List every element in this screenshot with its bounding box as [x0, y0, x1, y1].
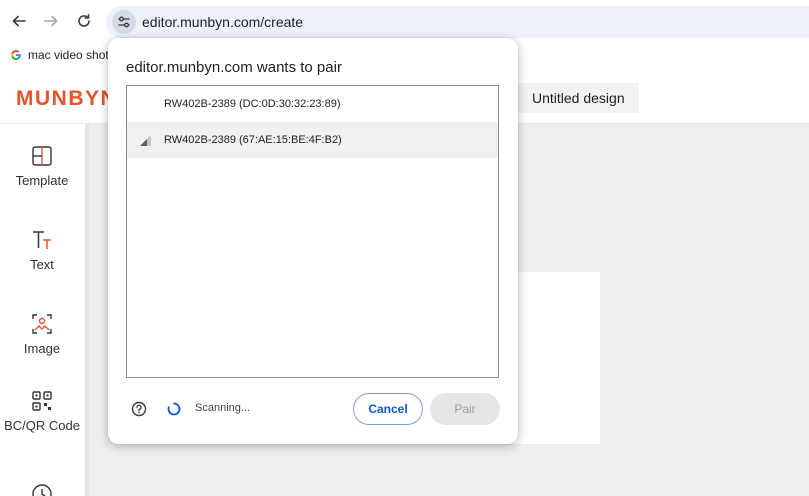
browser-toolbar: editor.munbyn.com/create: [0, 0, 809, 42]
scanning-status: Scanning...: [195, 402, 251, 414]
sidebar-item-template[interactable]: Template: [0, 144, 84, 188]
bookmark-item[interactable]: mac video shot: [10, 48, 109, 62]
text-icon: [33, 231, 51, 249]
url-text[interactable]: editor.munbyn.com/create: [142, 14, 303, 30]
spinner-icon: [167, 402, 181, 416]
sidebar-item-history[interactable]: [0, 482, 84, 496]
sidebar-item-label: BC/QR Code: [4, 418, 80, 433]
arrow-right-icon: [44, 15, 58, 27]
device-list: RW402B-2389 (DC:0D:30:32:23:89) RW402B-2…: [126, 85, 499, 378]
qr-code-icon: [32, 391, 52, 411]
design-title[interactable]: Untitled design: [518, 83, 639, 113]
sidebar-item-label: Template: [15, 173, 69, 188]
back-button[interactable]: [8, 10, 30, 32]
template-icon: [32, 146, 52, 166]
google-icon: [11, 50, 21, 60]
cancel-button[interactable]: Cancel: [353, 393, 423, 425]
help-icon[interactable]: [131, 401, 147, 417]
arrow-left-icon: [12, 15, 26, 27]
reload-icon: [78, 14, 90, 27]
pair-button[interactable]: Pair: [430, 393, 500, 425]
device-name: RW402B-2389 (DC:0D:30:32:23:89): [164, 98, 341, 110]
sidebar-item-barcode[interactable]: BC/QR Code: [0, 389, 84, 433]
sidebar-item-label: Image: [23, 341, 61, 356]
device-name: RW402B-2389 (67:AE:15:BE:4F:B2): [164, 134, 342, 146]
clock-icon: [32, 484, 52, 496]
tune-icon: [118, 16, 130, 28]
dialog-title: editor.munbyn.com wants to pair: [126, 59, 342, 76]
sidebar-item-text[interactable]: Text: [0, 228, 84, 272]
bookmark-label: mac video shot: [28, 48, 109, 62]
forward-button[interactable]: [40, 10, 62, 32]
signal-strength-icon: [140, 135, 151, 146]
device-row[interactable]: RW402B-2389 (DC:0D:30:32:23:89): [127, 86, 498, 122]
device-row-selected[interactable]: RW402B-2389 (67:AE:15:BE:4F:B2): [127, 122, 498, 158]
reload-button[interactable]: [73, 10, 95, 32]
sidebar-item-image[interactable]: Image: [0, 312, 84, 356]
image-icon: [32, 314, 52, 334]
munbyn-logo[interactable]: MUNBYN: [16, 87, 117, 111]
site-info-button[interactable]: [112, 10, 136, 34]
address-bar[interactable]: editor.munbyn.com/create: [106, 6, 809, 38]
pair-dialog: editor.munbyn.com wants to pair RW402B-2…: [108, 38, 518, 444]
sidebar-item-label: Text: [30, 257, 54, 272]
tool-sidebar: Template Text Image BC/QR Code: [0, 124, 86, 496]
